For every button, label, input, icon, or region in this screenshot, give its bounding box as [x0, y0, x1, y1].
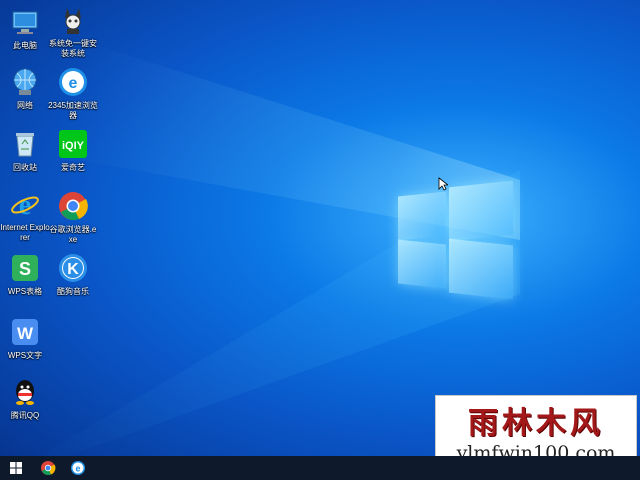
- recycle-bin-icon: [9, 128, 41, 160]
- taskbar: e: [0, 456, 640, 480]
- chrome-icon: [57, 190, 89, 222]
- browser-2345-icon: e: [57, 66, 89, 98]
- ie-icon: e: [9, 188, 41, 221]
- desktop-icon-internet-explorer[interactable]: e Internet Explorer: [0, 188, 50, 243]
- watermark-title: 雨林木风: [468, 406, 604, 441]
- chrome-icon: [41, 461, 56, 476]
- desktop-icon-iqiyi[interactable]: iQIY 爱奇艺: [48, 128, 98, 173]
- taskbar-chrome-button[interactable]: [34, 456, 62, 480]
- start-icon: [10, 462, 22, 474]
- icon-label: 腾讯QQ: [10, 411, 40, 420]
- icon-label: Internet Explorer: [0, 223, 50, 242]
- svg-text:W: W: [17, 324, 34, 343]
- wps-sheet-icon: S: [9, 252, 41, 284]
- icon-label: 回收站: [13, 163, 37, 172]
- desktop-icon-wps-sheet[interactable]: S WPS表格: [0, 252, 50, 297]
- network-icon: [9, 66, 41, 98]
- icon-label: 2345加速浏览器: [48, 101, 98, 120]
- desktop-icon-chrome[interactable]: 谷歌浏览器.exe: [48, 190, 98, 245]
- icon-label: WPS文字: [7, 351, 43, 360]
- svg-text:e: e: [75, 464, 80, 474]
- icon-label: 此电脑: [13, 41, 37, 50]
- desktop-icon-wps-writer[interactable]: W WPS文字: [0, 316, 50, 361]
- svg-text:iQIY: iQIY: [62, 140, 85, 152]
- taskbar-ie-button[interactable]: e: [64, 456, 92, 480]
- svg-text:e: e: [19, 190, 31, 220]
- icon-label: 谷歌浏览器.exe: [49, 225, 97, 244]
- desktop-icon-kugou[interactable]: K 酷狗音乐: [48, 252, 98, 297]
- svg-text:e: e: [69, 75, 78, 92]
- desktop-icon-qq[interactable]: 腾讯QQ: [0, 376, 50, 421]
- qq-icon: [9, 376, 41, 408]
- svg-text:K: K: [67, 261, 79, 278]
- mouse-cursor-icon: [438, 177, 450, 196]
- kugou-icon: K: [57, 252, 89, 284]
- computer-icon: [9, 6, 41, 38]
- icon-label: WPS表格: [7, 287, 43, 296]
- desktop-icon-system-install[interactable]: 系统免一键安装系统: [48, 4, 98, 59]
- icon-label: 爱奇艺: [61, 163, 85, 172]
- windows-logo-wallpaper: [398, 180, 516, 300]
- desktop-icon-recycle-bin[interactable]: 回收站: [0, 128, 50, 173]
- icon-label: 网络: [17, 101, 33, 110]
- icon-label: 酷狗音乐: [57, 287, 89, 296]
- desktop-icon-2345-browser[interactable]: e 2345加速浏览器: [48, 66, 98, 121]
- desktop-icon-computer[interactable]: 此电脑: [0, 6, 50, 51]
- icon-label: 系统免一键安装系统: [49, 39, 97, 58]
- svg-text:S: S: [19, 259, 31, 279]
- iqiyi-icon: iQIY: [57, 128, 89, 160]
- desktop-icon-network[interactable]: 网络: [0, 66, 50, 111]
- system-install-icon: [57, 4, 89, 36]
- ie-icon: e: [71, 461, 85, 475]
- start-button[interactable]: [2, 456, 30, 480]
- wps-writer-icon: W: [9, 316, 41, 348]
